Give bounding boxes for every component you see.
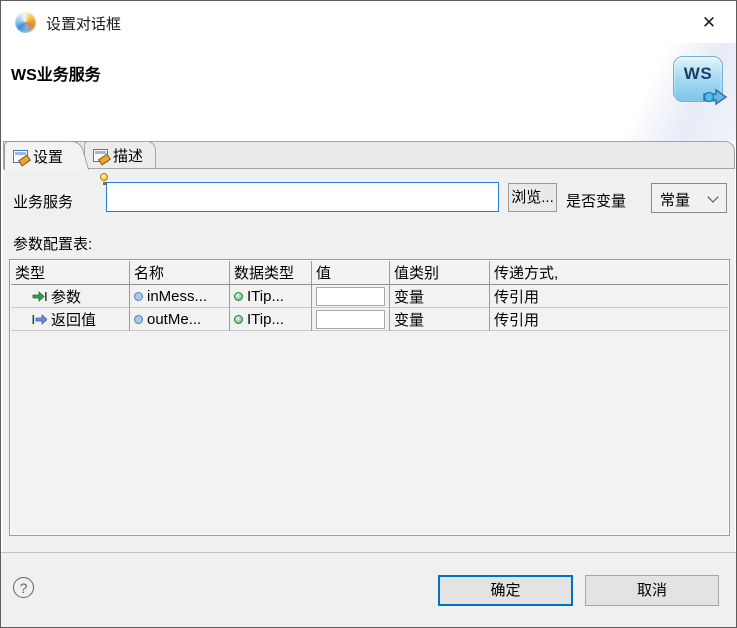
type-dot-icon xyxy=(234,291,243,301)
col-value[interactable]: 值 xyxy=(312,261,390,285)
title-bar: 设置对话框 ✕ xyxy=(1,1,736,43)
param-table-caption: 参数配置表: xyxy=(13,236,93,253)
parameter-table: 类型 名称 数据类型 值 值类别 传递方式, 参数 inMess... ITip… xyxy=(9,259,730,536)
tab-description[interactable]: 描述 xyxy=(84,141,157,168)
row-type: 参数 xyxy=(51,288,82,306)
settings-panel: 业务服务 浏览... 是否变量 常量 参数配置表: 类型 名称 数据类型 值 值… xyxy=(3,169,735,552)
param-in-icon xyxy=(32,290,47,302)
dialog-header: WS业务服务 WS xyxy=(1,43,736,141)
col-pass-mode[interactable]: 传递方式, xyxy=(490,261,728,285)
tab-description-label: 描述 xyxy=(113,147,144,165)
description-tab-icon xyxy=(93,148,108,162)
row-value-category: 变量 xyxy=(390,308,490,331)
window-title: 设置对话框 xyxy=(46,16,122,33)
content-assist-bulb-icon xyxy=(100,173,108,185)
ws-icon-label: WS xyxy=(683,64,713,83)
tab-strip: 设置 描述 xyxy=(3,141,735,170)
help-icon[interactable]: ? xyxy=(13,577,34,598)
value-edit-box[interactable] xyxy=(316,286,385,306)
col-name[interactable]: 名称 xyxy=(130,261,230,285)
close-icon[interactable]: ✕ xyxy=(696,11,722,35)
variable-dot-icon xyxy=(134,314,143,324)
variable-mode-value: 常量 xyxy=(660,192,691,209)
service-input[interactable] xyxy=(106,182,499,212)
button-bar: ? 确定 取消 xyxy=(1,552,736,627)
variable-mode-select[interactable]: 常量 xyxy=(651,183,727,213)
row-datatype: ITip... xyxy=(247,287,284,305)
ws-service-icon: WS xyxy=(673,56,728,106)
page-title: WS业务服务 xyxy=(11,67,101,84)
browse-button[interactable]: 浏览... xyxy=(508,183,557,212)
col-datatype[interactable]: 数据类型 xyxy=(230,261,312,285)
col-value-category[interactable]: 值类别 xyxy=(390,261,490,285)
row-value-category: 变量 xyxy=(390,285,490,308)
table-row[interactable]: 返回值 outMe... ITip... 变量 传引用 xyxy=(11,308,728,331)
row-name: inMess... xyxy=(147,287,208,305)
row-datatype: ITip... xyxy=(247,310,284,328)
chevron-down-icon xyxy=(707,191,719,203)
settings-tab-icon xyxy=(13,149,28,163)
ok-button[interactable]: 确定 xyxy=(438,575,573,606)
row-type: 返回值 xyxy=(51,311,97,329)
tab-settings[interactable]: 设置 xyxy=(4,141,76,170)
table-row[interactable]: 参数 inMess... ITip... 变量 传引用 xyxy=(11,285,728,308)
ws-arrow-icon xyxy=(703,88,728,106)
return-value-icon xyxy=(32,313,47,325)
variable-dot-icon xyxy=(134,291,143,301)
value-edit-box[interactable] xyxy=(316,309,385,329)
row-name: outMe... xyxy=(147,310,202,328)
tab-settings-label: 设置 xyxy=(33,148,64,166)
col-type[interactable]: 类型 xyxy=(11,261,130,285)
table-header-row: 类型 名称 数据类型 值 值类别 传递方式, xyxy=(11,261,728,285)
is-variable-label: 是否变量 xyxy=(566,193,627,210)
type-dot-icon xyxy=(234,314,243,324)
row-pass-mode: 传引用 xyxy=(490,285,728,308)
cancel-button[interactable]: 取消 xyxy=(585,575,719,606)
settings-dialog: 设置对话框 ✕ WS业务服务 WS 设置 描述 业务服务 浏览... 是否变量 xyxy=(0,0,737,628)
app-logo-icon xyxy=(15,12,36,33)
row-pass-mode: 传引用 xyxy=(490,308,728,331)
service-label: 业务服务 xyxy=(13,194,74,211)
